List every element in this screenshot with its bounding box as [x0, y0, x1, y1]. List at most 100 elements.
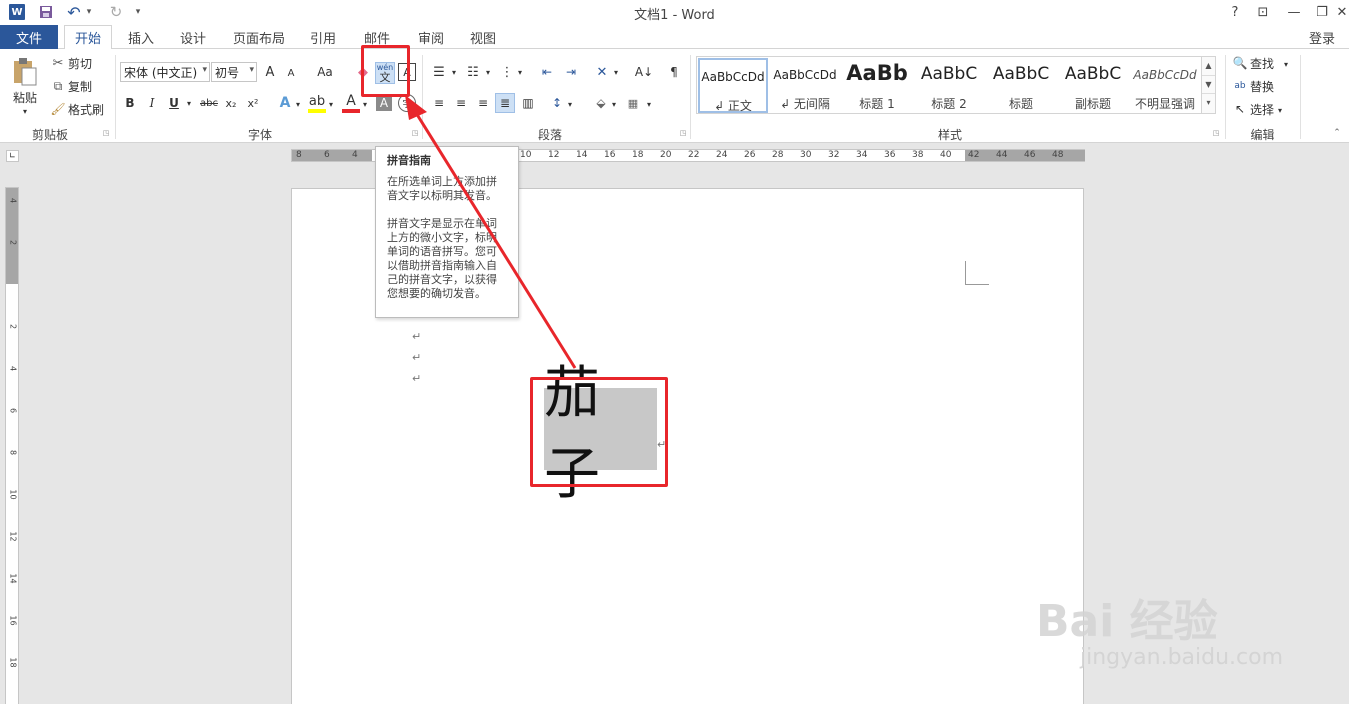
gallery-more-icon[interactable]: ▾: [1202, 93, 1215, 111]
tab-references[interactable]: 引用: [300, 25, 346, 49]
collapse-ribbon-icon[interactable]: ⌃: [1332, 128, 1342, 138]
ruler-tick-label: 18: [632, 150, 644, 160]
tab-view[interactable]: 视图: [460, 25, 506, 49]
cut-button[interactable]: 剪切: [68, 55, 92, 71]
ruler-tick-label: 2: [8, 323, 18, 330]
shading-dropdown-icon[interactable]: ▾: [610, 97, 618, 111]
ribbon-display-icon[interactable]: ⊡: [1251, 2, 1275, 22]
style-normal[interactable]: AaBbCcDd ↲ 正文: [698, 58, 768, 113]
font-color-icon[interactable]: A: [342, 93, 360, 113]
highlight-color-icon[interactable]: ab: [308, 93, 326, 113]
sort-icon[interactable]: A↓: [634, 62, 654, 82]
tab-design[interactable]: 设计: [172, 25, 214, 49]
style-heading2-name: 标题 2: [931, 97, 967, 111]
format-painter-icon[interactable]: 🖌: [50, 101, 66, 117]
tab-selector-icon[interactable]: ∟: [6, 150, 19, 162]
underline-dropdown-icon[interactable]: ▾: [184, 96, 194, 110]
decrease-indent-icon[interactable]: ⇤: [538, 63, 556, 81]
copy-button[interactable]: 复制: [68, 78, 92, 94]
editing-group-label: 编辑: [1250, 128, 1275, 142]
style-heading1[interactable]: AaBb 标题 1: [842, 58, 912, 113]
superscript-button[interactable]: x²: [244, 94, 262, 112]
style-title-name: 标题: [1008, 97, 1033, 111]
vertical-ruler[interactable]: 4 2 2 4 6 8 10 12 14 16 18: [5, 187, 19, 704]
minimize-button[interactable]: —: [1282, 2, 1306, 22]
styles-gallery-scroll[interactable]: ▲ ▼ ▾: [1201, 57, 1215, 113]
find-dropdown-icon[interactable]: ▾: [1282, 57, 1290, 71]
style-title[interactable]: AaBbC 标题: [986, 58, 1056, 113]
increase-indent-icon[interactable]: ⇥: [562, 63, 580, 81]
login-link[interactable]: 登录: [1309, 28, 1335, 47]
help-button[interactable]: ?: [1223, 2, 1247, 22]
margin-corner-mark: [965, 261, 989, 285]
baidu-watermark: Bai 经验: [1036, 596, 1218, 647]
format-painter-button[interactable]: 格式刷: [68, 101, 104, 117]
italic-button[interactable]: I: [144, 94, 160, 112]
replace-icon[interactable]: ab: [1232, 78, 1248, 94]
style-subtitle[interactable]: AaBbC 副标题: [1058, 58, 1128, 113]
change-case-button[interactable]: Aa: [312, 63, 338, 81]
select-dropdown-icon[interactable]: ▾: [1276, 103, 1284, 117]
show-marks-icon[interactable]: ¶: [666, 63, 682, 81]
font-size-value: 初号: [215, 65, 240, 80]
numbering-dropdown-icon[interactable]: ▾: [484, 65, 492, 79]
grow-font-icon[interactable]: A: [262, 63, 278, 81]
numbering-icon[interactable]: ☷: [464, 63, 482, 81]
tab-insert[interactable]: 插入: [120, 25, 162, 49]
gallery-down-icon[interactable]: ▼: [1202, 75, 1215, 93]
bullets-icon[interactable]: ☰: [430, 63, 448, 81]
shading-icon[interactable]: ⬙: [592, 95, 610, 111]
style-subtle-emphasis[interactable]: AaBbCcDd 不明显强调: [1130, 58, 1200, 113]
strikethrough-button[interactable]: abc: [198, 94, 220, 112]
ruler-tick-label: 24: [716, 150, 728, 160]
find-icon[interactable]: 🔍: [1232, 55, 1248, 71]
replace-button[interactable]: 替换: [1250, 78, 1274, 94]
select-icon[interactable]: ↖: [1232, 101, 1248, 117]
close-button[interactable]: ✕: [1335, 2, 1349, 22]
text-effects-dropdown-icon[interactable]: ▾: [294, 97, 302, 111]
font-name-combo[interactable]: 宋体 (中文正) ▾: [120, 62, 210, 82]
paste-button[interactable]: 粘贴: [9, 89, 41, 105]
ruler-tick-label: 4: [8, 197, 18, 204]
bold-button[interactable]: B: [122, 94, 138, 112]
cut-icon[interactable]: ✂: [50, 55, 66, 71]
copy-icon[interactable]: ⧉: [50, 78, 66, 94]
multilevel-list-icon[interactable]: ⋮: [498, 63, 516, 81]
select-button[interactable]: 选择: [1250, 101, 1274, 117]
style-heading2[interactable]: AaBbC 标题 2: [914, 58, 984, 113]
chinese-layout-icon[interactable]: ✕: [592, 63, 612, 81]
ruler-tick-label: 8: [8, 449, 18, 456]
tab-page-layout[interactable]: 页面布局: [226, 25, 292, 49]
chinese-layout-dropdown-icon[interactable]: ▾: [612, 65, 620, 79]
tab-review[interactable]: 审阅: [408, 25, 454, 49]
font-color-dropdown-icon[interactable]: ▾: [361, 97, 369, 111]
maximize-button[interactable]: ❐: [1310, 2, 1334, 22]
bullets-dropdown-icon[interactable]: ▾: [450, 65, 458, 79]
subscript-button[interactable]: x₂: [222, 94, 240, 112]
ribbon: 粘贴 ▾ ✂ 剪切 ⧉ 复制 🖌 格式刷 剪贴板 ◳ 宋体 (中文正) ▾ 初号 ▾…: [0, 49, 1349, 143]
ruler-tick-label: 16: [604, 150, 616, 160]
paste-icon[interactable]: [9, 57, 41, 87]
style-no-spacing-sample: AaBbCcDd: [773, 68, 837, 82]
paragraph-launcher-icon[interactable]: ◳: [679, 129, 687, 137]
styles-launcher-icon[interactable]: ◳: [1212, 129, 1220, 137]
character-shading-icon[interactable]: A: [376, 95, 392, 111]
gallery-up-icon[interactable]: ▲: [1202, 57, 1215, 75]
ruler-tick-label: 32: [828, 150, 840, 160]
clipboard-launcher-icon[interactable]: ◳: [102, 129, 110, 137]
paste-dropdown-icon[interactable]: ▾: [20, 107, 30, 116]
borders-dropdown-icon[interactable]: ▾: [645, 97, 653, 111]
tab-file[interactable]: 文件: [0, 25, 58, 49]
multilevel-dropdown-icon[interactable]: ▾: [516, 65, 524, 79]
text-effects-icon[interactable]: A: [276, 93, 294, 113]
style-no-spacing[interactable]: AaBbCcDd ↲ 无间隔: [770, 58, 840, 113]
borders-icon[interactable]: ▦: [624, 95, 642, 111]
tab-home[interactable]: 开始: [64, 25, 112, 50]
find-button[interactable]: 查找: [1250, 55, 1274, 71]
style-heading1-sample: AaBb: [846, 61, 908, 85]
highlight-dropdown-icon[interactable]: ▾: [327, 97, 335, 111]
clipboard-group-label: 剪贴板: [31, 128, 68, 142]
shrink-font-icon[interactable]: A: [284, 65, 298, 81]
font-size-combo[interactable]: 初号 ▾: [211, 62, 257, 82]
underline-button[interactable]: U: [166, 94, 182, 112]
